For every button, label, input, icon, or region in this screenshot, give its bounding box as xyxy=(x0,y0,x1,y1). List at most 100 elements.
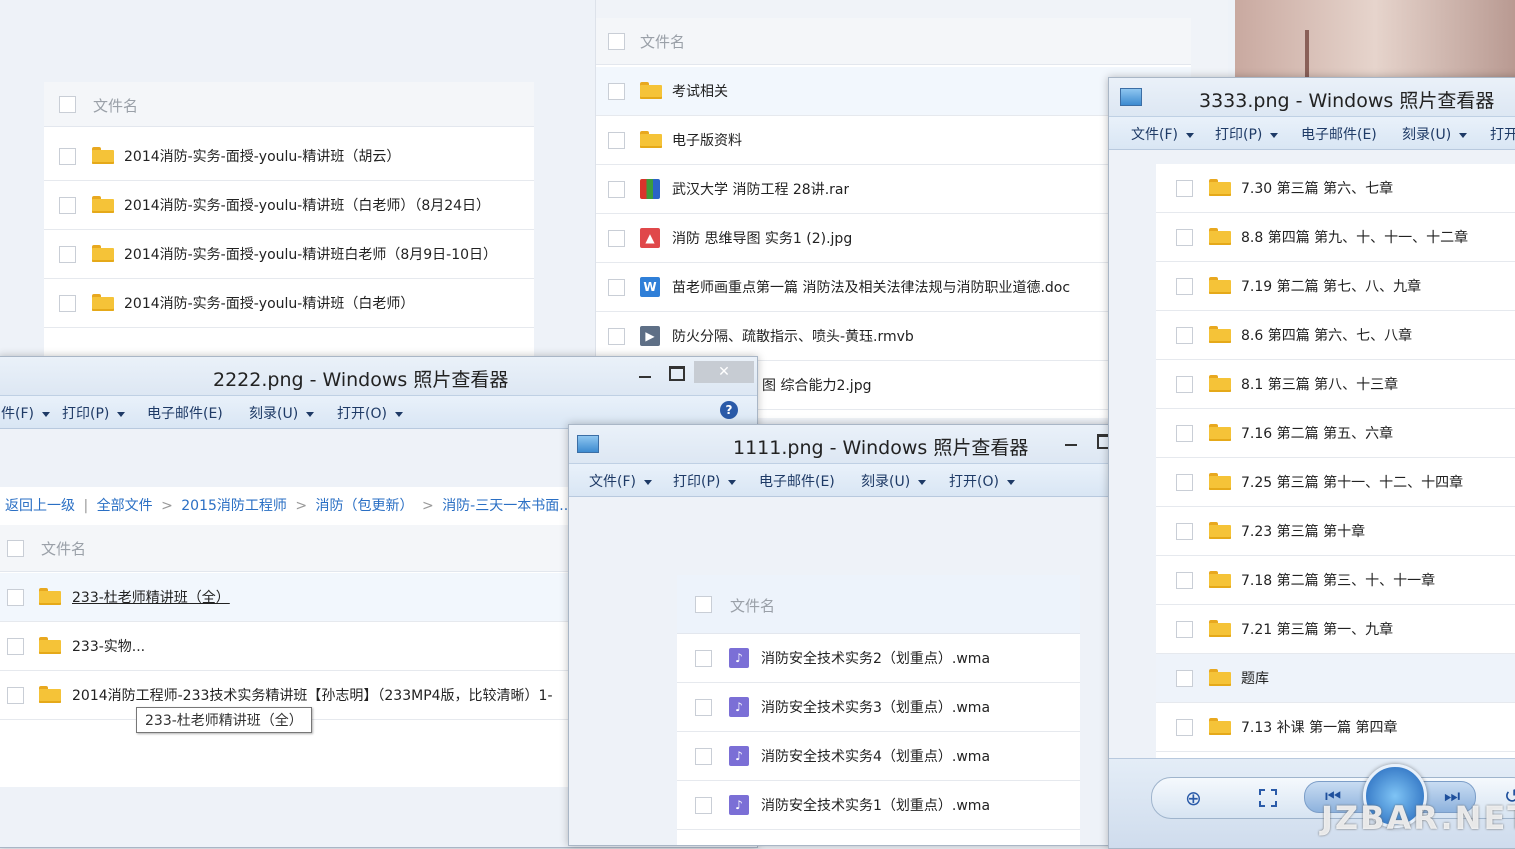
row-checkbox[interactable] xyxy=(695,699,712,716)
list-item[interactable]: 7.19 第二篇 第七、八、九章 xyxy=(1156,262,1515,311)
row-checkbox[interactable] xyxy=(59,148,76,165)
file-name[interactable]: 7.18 第二篇 第三、十、十一章 xyxy=(1241,570,1435,590)
list-item[interactable]: 7.23 第三篇 第十章 xyxy=(1156,507,1515,556)
file-name[interactable]: 消防安全技术实务1（划重点）.wma xyxy=(761,795,990,815)
file-name[interactable]: 武汉大学 消防工程 28讲.rar xyxy=(672,179,849,199)
list-item[interactable]: 武汉大学 消防工程 28讲.rar xyxy=(596,165,1191,214)
menu-burn[interactable]: 刻录(U) xyxy=(861,471,927,491)
file-name[interactable]: 题库 xyxy=(1241,668,1269,688)
menu-burn[interactable]: 刻录(U) xyxy=(249,403,315,423)
list-item[interactable]: ▶ 防火分隔、疏散指示、喷头-黄珏.rmvb xyxy=(596,312,1191,361)
menu-file[interactable]: 文件(F) xyxy=(589,471,652,491)
file-name[interactable]: 233-实物... xyxy=(72,636,145,656)
list-item[interactable]: 233-实物... xyxy=(0,622,571,671)
list-item[interactable]: 题库 xyxy=(1156,654,1515,703)
menu-email[interactable]: 电子邮件(E) xyxy=(1301,124,1377,144)
file-name[interactable]: 7.23 第三篇 第十章 xyxy=(1241,521,1365,541)
list-item[interactable]: 8.6 第四篇 第六、七、八章 xyxy=(1156,311,1515,360)
list-item[interactable]: 8.1 第三篇 第八、十三章 xyxy=(1156,360,1515,409)
select-all-checkbox[interactable] xyxy=(7,540,24,557)
list-item[interactable]: 233-杜老师精讲班（全） xyxy=(0,573,571,622)
list-item[interactable]: 7.25 第三篇 第十一、十二、十四章 xyxy=(1156,458,1515,507)
row-checkbox[interactable] xyxy=(608,230,625,247)
list-item[interactable]: 7.13 补课 第一篇 第四章 xyxy=(1156,703,1515,752)
file-name[interactable]: 消防安全技术实务2（划重点）.wma xyxy=(761,648,990,668)
file-name[interactable]: 2014消防工程师-233技术实务精讲班【孙志明】（233MP4版，比较清晰）1… xyxy=(72,685,569,705)
file-name[interactable]: 考试相关 xyxy=(672,81,728,101)
menu-print[interactable]: 打印(P) xyxy=(673,471,737,491)
row-checkbox[interactable] xyxy=(59,197,76,214)
row-checkbox[interactable] xyxy=(1176,376,1193,393)
close-button[interactable]: ✕ xyxy=(694,361,754,383)
row-checkbox[interactable] xyxy=(59,246,76,263)
file-name[interactable]: 2014消防-实务-面授-youlu-精讲班白老师（8月9日-10日） xyxy=(124,244,497,264)
breadcrumb-item[interactable]: 全部文件 xyxy=(97,498,153,514)
menu-file[interactable]: 文件(F) xyxy=(1131,124,1194,144)
row-checkbox[interactable] xyxy=(608,181,625,198)
file-name[interactable]: 防火分隔、疏散指示、喷头-黄珏.rmvb xyxy=(672,326,914,346)
file-name[interactable]: 8.1 第三篇 第八、十三章 xyxy=(1241,374,1398,394)
row-checkbox[interactable] xyxy=(7,589,24,606)
file-name[interactable]: 7.13 补课 第一篇 第四章 xyxy=(1241,717,1398,737)
list-item[interactable]: ♪ 消防安全技术实务2（划重点）.wma xyxy=(677,634,1080,683)
file-name[interactable]: 7.19 第二篇 第七、八、九章 xyxy=(1241,276,1421,296)
file-name[interactable]: 7.21 第三篇 第一、九章 xyxy=(1241,619,1393,639)
help-icon[interactable]: ? xyxy=(720,401,738,419)
row-checkbox[interactable] xyxy=(1176,719,1193,736)
file-name[interactable]: 图 综合能力2.jpg xyxy=(762,375,871,395)
row-checkbox[interactable] xyxy=(1176,670,1193,687)
file-name[interactable]: 2014消防-实务-面授-youlu-精讲班（白老师） xyxy=(124,293,414,313)
list-item[interactable]: 考试相关 xyxy=(596,67,1191,116)
minimize-icon[interactable] xyxy=(639,376,651,378)
menu-print[interactable]: 打印(P) xyxy=(62,403,126,423)
title-bar[interactable]: 3333.png - Windows 照片查看器 xyxy=(1109,78,1515,116)
list-item[interactable]: 电子版资料 xyxy=(596,116,1191,165)
row-checkbox[interactable] xyxy=(608,132,625,149)
title-bar[interactable]: 1111.png - Windows 照片查看器 xyxy=(569,425,1129,463)
row-checkbox[interactable] xyxy=(1176,180,1193,197)
list-item[interactable]: 7.21 第三篇 第一、九章 xyxy=(1156,605,1515,654)
list-item[interactable]: ♪ 消防安全技术实务3（划重点）.wma xyxy=(677,683,1080,732)
row-checkbox[interactable] xyxy=(1176,621,1193,638)
list-item[interactable]: ♪ 消防安全技术实务4（划重点）.wma xyxy=(677,732,1080,781)
maximize-icon[interactable] xyxy=(669,366,685,381)
minimize-icon[interactable] xyxy=(1065,444,1077,446)
list-item[interactable]: 2014消防-实务-面授-youlu-精讲班（白老师）（8月24日） xyxy=(44,181,534,230)
zoom-icon[interactable]: ⊕ xyxy=(1185,786,1202,810)
select-all-checkbox[interactable] xyxy=(59,96,76,113)
row-checkbox[interactable] xyxy=(695,797,712,814)
breadcrumb-item[interactable]: 消防-三天一本书面... xyxy=(442,498,572,514)
menu-open[interactable]: 打开(O) xyxy=(337,403,403,423)
menu-email[interactable]: 电子邮件(E) xyxy=(759,471,835,491)
row-checkbox[interactable] xyxy=(1176,327,1193,344)
row-checkbox[interactable] xyxy=(1176,425,1193,442)
list-item[interactable]: W 苗老师画重点第一篇 消防法及相关法律法规与消防职业道德.doc xyxy=(596,263,1191,312)
list-item[interactable]: 7.16 第二篇 第五、六章 xyxy=(1156,409,1515,458)
list-item[interactable]: ▲ 消防 思维导图 实务1 (2).jpg xyxy=(596,214,1191,263)
row-checkbox[interactable] xyxy=(695,748,712,765)
menu-email[interactable]: 电子邮件(E) xyxy=(147,403,223,423)
list-item[interactable]: 7.18 第二篇 第三、十、十一章 xyxy=(1156,556,1515,605)
title-bar[interactable]: 2222.png - Windows 照片查看器 ✕ xyxy=(0,357,757,395)
file-name[interactable]: 消防安全技术实务3（划重点）.wma xyxy=(761,697,990,717)
row-checkbox[interactable] xyxy=(7,687,24,704)
row-checkbox[interactable] xyxy=(1176,474,1193,491)
row-checkbox[interactable] xyxy=(1176,572,1193,589)
breadcrumb-item[interactable]: 消防（包更新） xyxy=(316,498,414,514)
fit-window-icon[interactable] xyxy=(1259,789,1277,807)
file-name[interactable]: 7.25 第三篇 第十一、十二、十四章 xyxy=(1241,472,1463,492)
breadcrumb-item[interactable]: 2015消防工程师 xyxy=(181,498,287,514)
file-name[interactable]: 消防安全技术实务4（划重点）.wma xyxy=(761,746,990,766)
menu-print[interactable]: 打印(P) xyxy=(1215,124,1279,144)
menu-open[interactable]: 打开(O) xyxy=(949,471,1015,491)
row-checkbox[interactable] xyxy=(608,328,625,345)
file-name[interactable]: 消防 思维导图 实务1 (2).jpg xyxy=(672,228,852,248)
row-checkbox[interactable] xyxy=(695,650,712,667)
row-checkbox[interactable] xyxy=(1176,229,1193,246)
row-checkbox[interactable] xyxy=(7,638,24,655)
row-checkbox[interactable] xyxy=(1176,523,1193,540)
file-name[interactable]: 7.16 第二篇 第五、六章 xyxy=(1241,423,1393,443)
select-all-checkbox[interactable] xyxy=(695,596,712,613)
file-name[interactable]: 233-杜老师精讲班（全） xyxy=(72,587,230,607)
file-name[interactable]: 2014消防-实务-面授-youlu-精讲班（胡云） xyxy=(124,146,400,166)
